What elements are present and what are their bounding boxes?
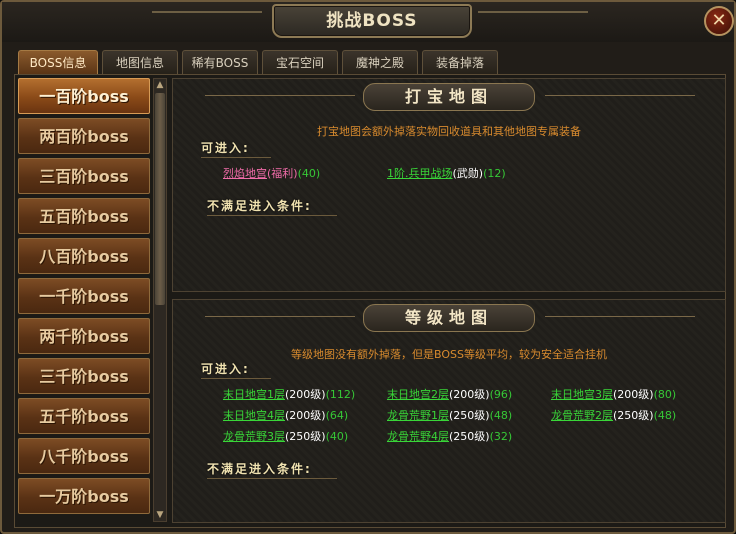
tab-boss-info[interactable]: BOSS信息	[18, 50, 98, 74]
level-map-entry: 末日地宫1层(200级)(112)	[223, 386, 355, 402]
map-link-bone-wilds-2[interactable]: 龙骨荒野2层	[551, 409, 613, 422]
map-link-bone-wilds-1[interactable]: 龙骨荒野1层	[387, 409, 449, 422]
label-underline	[201, 157, 271, 158]
label-underline	[201, 378, 271, 379]
map-boss-count: (48)	[653, 409, 677, 422]
header-ornament-left	[205, 316, 355, 317]
map-level: (250级)	[285, 430, 326, 443]
map-level: (200级)	[613, 388, 654, 401]
tab-map-info[interactable]: 地图信息	[102, 50, 178, 74]
boss-tier-200[interactable]: 两百阶boss	[18, 118, 150, 154]
level-map-entry: 末日地宫4层(200级)(64)	[223, 407, 348, 423]
level-map-entry: 末日地宫2层(200级)(96)	[387, 386, 512, 402]
label-underline	[207, 478, 337, 479]
boss-tier-300[interactable]: 三百阶boss	[18, 158, 150, 194]
level-map-description: 等级地图没有额外掉落，但是BOSS等级平均，较为安全适合挂机	[291, 348, 607, 361]
map-tag: (福利)	[267, 167, 298, 180]
map-boss-count: (112)	[325, 388, 356, 401]
map-level: (200级)	[285, 409, 326, 422]
map-boss-count: (40)	[325, 430, 349, 443]
level-enterable-label: 可进入:	[201, 362, 250, 376]
boss-tier-10000[interactable]: 一万阶boss	[18, 478, 150, 514]
level-map-entry: 龙骨荒野1层(250级)(48)	[387, 407, 512, 423]
boss-tier-list: 一百阶boss 两百阶boss 三百阶boss 五百阶boss 八百阶boss …	[18, 78, 152, 522]
map-boss-count: (32)	[489, 430, 513, 443]
map-link-armor-battlefield[interactable]: 1阶.兵甲战场	[387, 167, 453, 180]
label-underline	[207, 215, 337, 216]
map-level: (200级)	[285, 388, 326, 401]
map-level: (250级)	[449, 430, 490, 443]
tab-demon-hall[interactable]: 魔神之殿	[342, 50, 418, 74]
boss-tier-800[interactable]: 八百阶boss	[18, 238, 150, 274]
map-link-bone-wilds-4[interactable]: 龙骨荒野4层	[387, 430, 449, 443]
level-map-title: 等级地图	[363, 304, 535, 332]
title-ornament-left	[152, 11, 262, 23]
map-boss-count: (48)	[489, 409, 513, 422]
challenge-boss-window: 挑战BOSS ✕ BOSS信息 地图信息 稀有BOSS 宝石空间 魔神之殿 装备…	[0, 0, 736, 534]
boss-tier-3000[interactable]: 三千阶boss	[18, 358, 150, 394]
map-level: (250级)	[613, 409, 654, 422]
map-boss-count: (12)	[483, 167, 506, 180]
boss-tier-100[interactable]: 一百阶boss	[18, 78, 150, 114]
level-map-entry: 龙骨荒野4层(250级)(32)	[387, 428, 512, 444]
map-level: (250级)	[449, 409, 490, 422]
scroll-down-arrow-icon[interactable]: ▼	[154, 509, 166, 521]
map-link-doom-palace-1[interactable]: 末日地宫1层	[223, 388, 285, 401]
header-ornament-right	[545, 316, 695, 317]
treasure-enterable-label: 可进入:	[201, 141, 250, 155]
boss-tier-2000[interactable]: 两千阶boss	[18, 318, 150, 354]
boss-tier-500[interactable]: 五百阶boss	[18, 198, 150, 234]
treasure-not-met-label: 不满足进入条件:	[207, 199, 312, 213]
treasure-map-entry: 1阶.兵甲战场(武勋)(12)	[387, 165, 506, 181]
treasure-map-panel: 打宝地图 打宝地图会额外掉落实物回收道具和其他地图专属装备 可进入: 烈焰地宫(…	[172, 78, 726, 292]
scroll-up-arrow-icon[interactable]: ▲	[154, 79, 166, 91]
level-map-entry: 末日地宫3层(200级)(80)	[551, 386, 676, 402]
close-button[interactable]: ✕	[704, 6, 734, 36]
level-map-panel: 等级地图 等级地图没有额外掉落，但是BOSS等级平均，较为安全适合挂机 可进入:…	[172, 299, 726, 523]
map-boss-count: (80)	[653, 388, 677, 401]
map-link-doom-palace-4[interactable]: 末日地宫4层	[223, 409, 285, 422]
map-link-doom-palace-2[interactable]: 末日地宫2层	[387, 388, 449, 401]
level-map-entry: 龙骨荒野3层(250级)(40)	[223, 428, 348, 444]
boss-list-scrollbar[interactable]: ▲ ▼	[153, 78, 167, 522]
tab-equipment-drop[interactable]: 装备掉落	[422, 50, 498, 74]
tab-rare-boss[interactable]: 稀有BOSS	[182, 50, 258, 74]
treasure-map-title: 打宝地图	[363, 83, 535, 111]
boss-tier-5000[interactable]: 五千阶boss	[18, 398, 150, 434]
treasure-map-description: 打宝地图会额外掉落实物回收道具和其他地图专属装备	[317, 125, 581, 138]
window-title-plate: 挑战BOSS	[272, 4, 472, 38]
map-link-lieyan-palace[interactable]: 烈焰地宫	[223, 167, 267, 180]
scrollbar-thumb[interactable]	[155, 93, 165, 305]
boss-tier-1000[interactable]: 一千阶boss	[18, 278, 150, 314]
window-title: 挑战BOSS	[326, 11, 418, 31]
level-map-entry: 龙骨荒野2层(250级)(48)	[551, 407, 676, 423]
title-bar: 挑战BOSS ✕	[2, 2, 734, 42]
map-boss-count: (40)	[297, 167, 321, 180]
header-ornament-right	[545, 95, 695, 96]
tab-gem-space[interactable]: 宝石空间	[262, 50, 338, 74]
map-link-doom-palace-3[interactable]: 末日地宫3层	[551, 388, 613, 401]
map-boss-count: (64)	[325, 409, 349, 422]
header-ornament-left	[205, 95, 355, 96]
treasure-map-entry: 烈焰地宫(福利)(40)	[223, 165, 320, 181]
level-not-met-label: 不满足进入条件:	[207, 462, 312, 476]
map-tag: (武勋)	[452, 167, 484, 180]
map-boss-count: (96)	[489, 388, 513, 401]
map-level: (200级)	[449, 388, 490, 401]
map-link-bone-wilds-3[interactable]: 龙骨荒野3层	[223, 430, 285, 443]
boss-tier-8000[interactable]: 八千阶boss	[18, 438, 150, 474]
title-ornament-right	[478, 11, 588, 23]
